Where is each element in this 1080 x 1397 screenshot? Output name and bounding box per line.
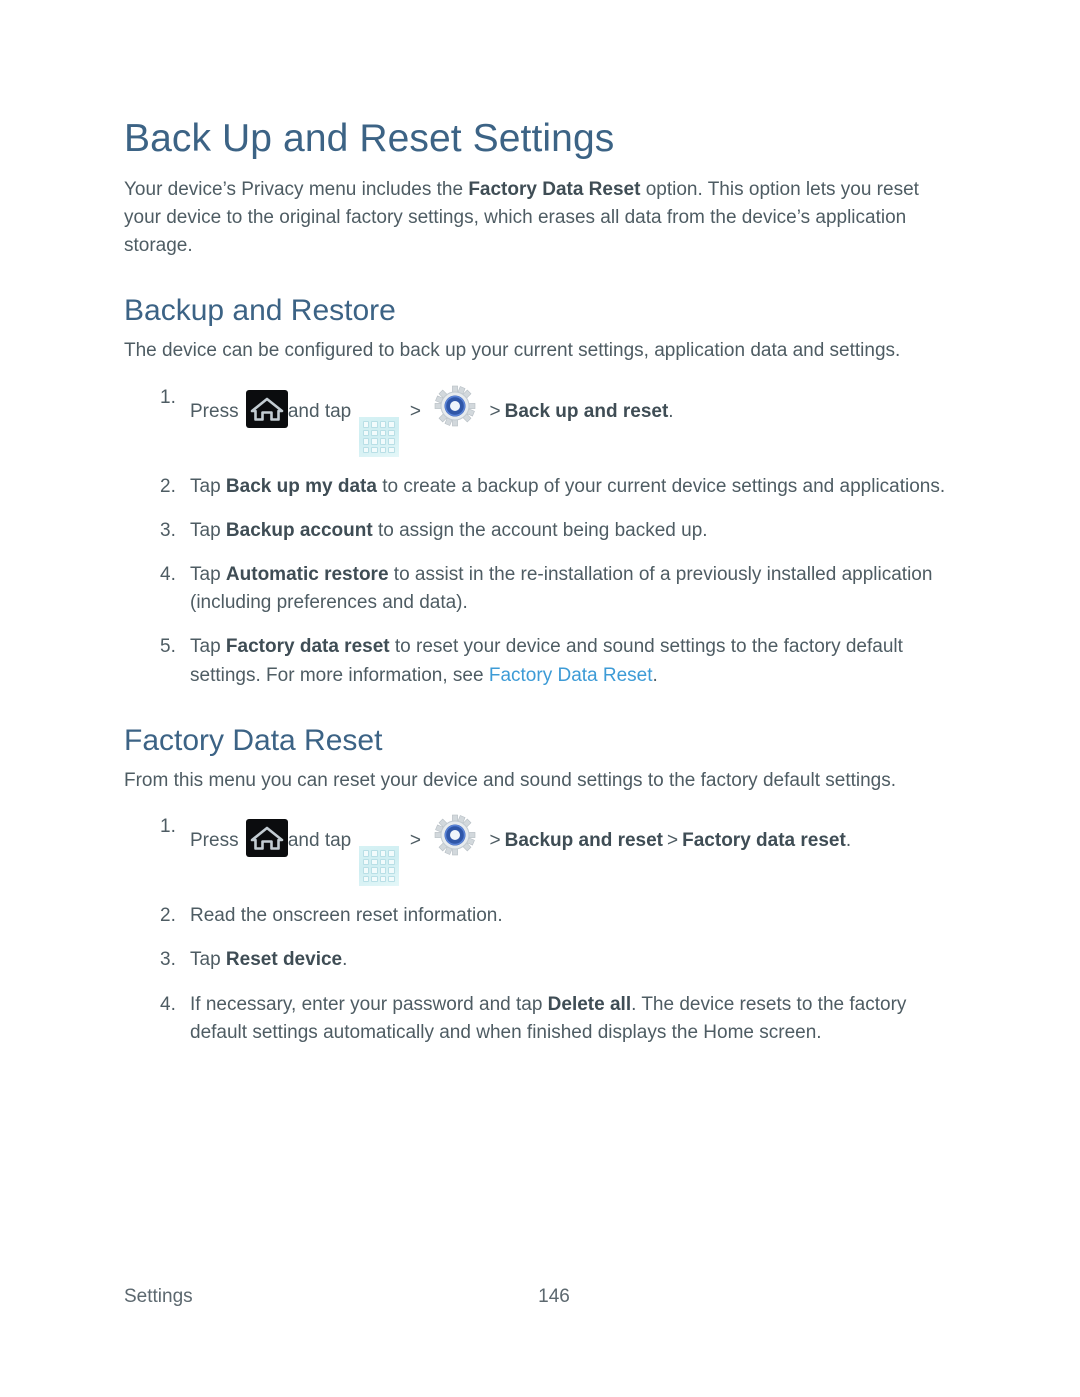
press-label: Press <box>190 400 239 422</box>
step-bold-term: Back up my data <box>225 476 377 498</box>
step-suffix: . <box>342 949 348 971</box>
steps-list-factory-data-reset: 1. Press and tap > > Backup and reset > … <box>124 813 954 1047</box>
step-target-label: Back up and reset <box>504 400 669 422</box>
section-lead-backup-and-restore: The device can be configured to back up … <box>124 340 901 362</box>
step-number: 2. <box>160 905 176 927</box>
step-number: 3. <box>160 949 176 971</box>
list-item: 4. Tap Automatic restore to assist in th… <box>124 561 954 617</box>
step-number: 2. <box>160 476 176 498</box>
step-trailing-punct: . <box>652 664 658 686</box>
list-item: 3. Tap Reset device. <box>124 946 954 974</box>
intro-paragraph: Your device’s Privacy menu includes the … <box>124 176 954 260</box>
step-prefix: Tap <box>190 520 226 542</box>
page-title: Back Up and Reset Settings <box>124 117 615 160</box>
footer-page-number: 146 <box>538 1286 570 1307</box>
intro-text-1: Your device’s Privacy menu includes the <box>124 179 469 201</box>
path-separator-1: > <box>409 829 421 851</box>
list-item: 1. Press and tap > <box>124 813 954 887</box>
step-target-label: Backup and reset <box>504 829 664 851</box>
apps-grid-icon[interactable] <box>358 846 399 887</box>
page-content: Back Up and Reset Settings Your device’s… <box>124 117 954 1047</box>
step-number: 4. <box>160 993 176 1015</box>
apps-grid-icon[interactable] <box>358 417 399 458</box>
step-prefix: Tap <box>190 949 226 971</box>
list-item: 2. Read the onscreen reset information. <box>124 902 954 930</box>
path-separator-3: > <box>667 829 679 851</box>
apps-grid-tiles <box>362 850 395 883</box>
list-item: 5. Tap Factory data reset to reset your … <box>124 633 954 689</box>
step-prefix: Tap <box>190 476 226 498</box>
document-page: Back Up and Reset Settings Your device’s… <box>0 0 1080 1397</box>
step-trailing-punct: . <box>845 829 852 851</box>
section-lead-factory-data-reset: From this menu you can reset your device… <box>124 769 897 791</box>
section-heading-factory-data-reset: Factory Data Reset <box>124 723 383 757</box>
step-bold-term: Factory data reset <box>225 636 390 658</box>
step-trailing-punct: . <box>668 400 674 422</box>
path-separator-2: > <box>489 829 501 851</box>
step-number: 5. <box>160 636 176 658</box>
step-bold-term: Automatic restore <box>225 564 389 586</box>
list-item: 1. Press and tap > <box>124 384 954 458</box>
home-icon[interactable] <box>245 818 288 857</box>
step-bold-term: Reset device <box>225 949 343 971</box>
step-suffix: to assign the account being backed up. <box>372 520 708 542</box>
step-bold-term: Backup account <box>225 520 373 542</box>
section-heading-backup-and-restore: Backup and Restore <box>124 294 396 328</box>
list-item: 4. If necessary, enter your password and… <box>124 991 954 1047</box>
step-content: Press and tap > <box>190 813 954 887</box>
step-number: 1. <box>160 815 176 837</box>
step-prefix: Tap <box>190 564 226 586</box>
step-suffix: to create a backup of your current devic… <box>376 476 946 498</box>
steps-list-backup-and-restore: 1. Press and tap > > Back up and reset. … <box>124 384 954 690</box>
step-number: 4. <box>160 564 176 586</box>
press-label: Press <box>190 829 239 851</box>
cross-reference-link[interactable]: Factory Data Reset <box>489 665 653 686</box>
step-content: Press and tap > <box>190 384 954 458</box>
list-item: 3. Tap Backup account to assign the acco… <box>124 517 954 545</box>
step-prefix: If necessary, enter your password and ta… <box>190 993 548 1015</box>
and-tap-label: and tap <box>287 829 352 851</box>
path-separator-1: > <box>409 400 421 422</box>
step-bold-term: Delete all <box>547 993 632 1015</box>
step-number: 3. <box>160 520 176 542</box>
step-prefix: Read the onscreen reset information. <box>190 905 503 927</box>
step-prefix: Tap <box>190 636 226 658</box>
home-icon[interactable] <box>245 389 288 428</box>
path-separator-2: > <box>489 400 501 422</box>
list-item: 2. Tap Back up my data to create a backu… <box>124 473 954 501</box>
intro-bold-term: Factory Data Reset <box>468 179 641 201</box>
step-target-label-2: Factory data reset <box>682 829 846 851</box>
step-number: 1. <box>160 386 176 408</box>
settings-gear-icon[interactable] <box>432 384 478 428</box>
and-tap-label: and tap <box>287 400 352 422</box>
apps-grid-tiles <box>362 421 395 454</box>
settings-gear-icon[interactable] <box>432 813 478 857</box>
